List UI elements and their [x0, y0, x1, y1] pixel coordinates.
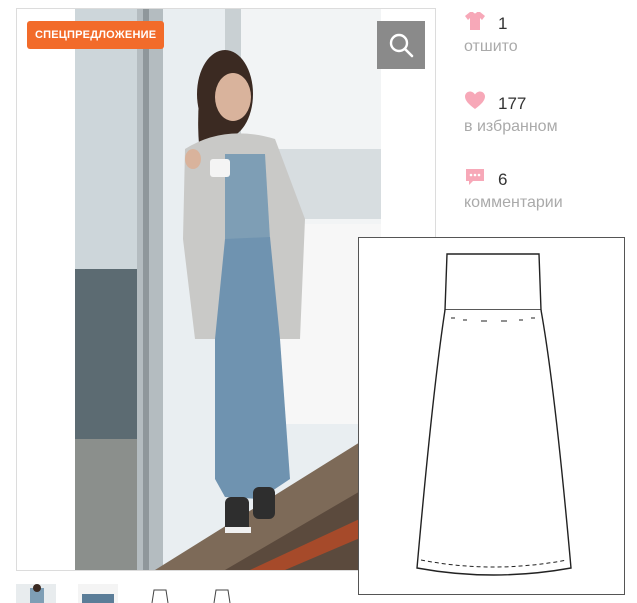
thumbnail-4[interactable] [202, 584, 242, 603]
stat-comments-label: комментарии [464, 194, 563, 211]
thumbnail-1[interactable] [16, 584, 56, 603]
stat-favorites-label: в избранном [464, 118, 558, 135]
photo-illustration [75, 9, 381, 570]
thumbnail-4-image [202, 584, 242, 603]
thumbnail-3-image [140, 584, 180, 603]
thumbnail-strip [16, 584, 436, 603]
stat-sewn[interactable]: 1 отшито [464, 10, 634, 70]
tshirt-icon [465, 12, 485, 30]
zoom-button[interactable] [377, 21, 425, 69]
special-offer-badge: СПЕЦПРЕДЛОЖЕНИЕ [27, 21, 165, 49]
stat-favorites-value: 177 [498, 94, 527, 113]
skirt-technical-drawing [416, 253, 572, 576]
comment-icon [466, 169, 484, 185]
thumbnail-3[interactable] [140, 584, 180, 603]
heart-icon [465, 91, 485, 109]
stat-comments[interactable]: 6 комментарии [464, 166, 634, 226]
thumbnail-2-image [78, 584, 118, 603]
stat-comments-value: 6 [498, 170, 508, 189]
thumbnail-2[interactable] [78, 584, 118, 603]
stat-favorites[interactable]: 177 в избранном [464, 90, 634, 150]
product-photo[interactable] [75, 9, 381, 570]
stat-sewn-value: 1 [498, 14, 508, 33]
stat-sewn-label: отшито [464, 38, 518, 55]
technical-drawing-card[interactable] [358, 237, 625, 595]
search-icon [389, 33, 414, 58]
thumbnail-1-image [16, 584, 56, 603]
